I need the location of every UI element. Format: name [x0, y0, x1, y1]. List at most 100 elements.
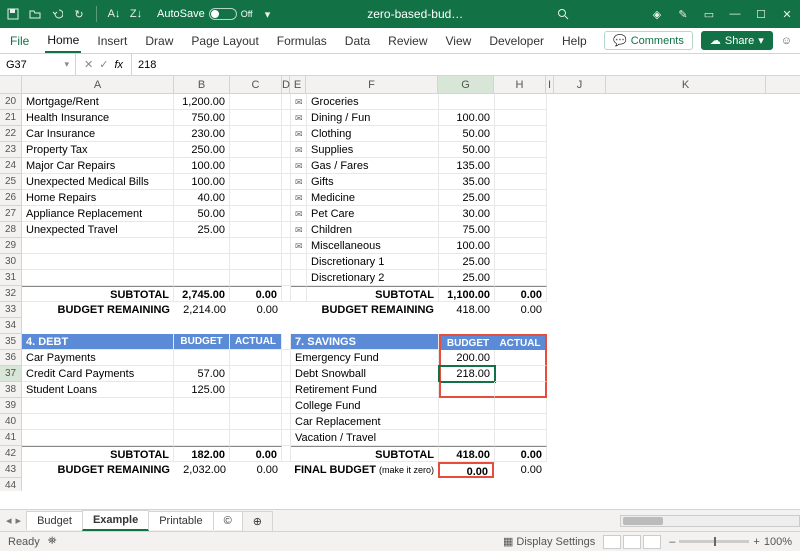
remaining-value[interactable]: 418.00 — [438, 302, 494, 318]
normal-view-icon[interactable] — [603, 535, 621, 549]
gap[interactable] — [282, 142, 291, 158]
cell-value[interactable]: 50.00 — [439, 142, 495, 158]
enter-icon[interactable]: ✓ — [99, 58, 108, 71]
row-header[interactable]: 35 — [0, 334, 22, 350]
spreadsheet-grid[interactable]: ABCDEFGHIJK 20Mortgage/Rent1,200.00✉Groc… — [0, 76, 800, 491]
cell-value[interactable]: 100.00 — [439, 238, 495, 254]
row-header[interactable]: 31 — [0, 270, 22, 286]
row-header[interactable]: 22 — [0, 126, 22, 142]
cell[interactable] — [290, 318, 306, 334]
cell-value[interactable]: 35.00 — [439, 174, 495, 190]
cell[interactable] — [230, 94, 282, 110]
tab-help[interactable]: Help — [560, 30, 589, 52]
row-header[interactable]: 25 — [0, 174, 22, 190]
subtotal-value[interactable]: 182.00 — [174, 446, 230, 462]
row-header[interactable]: 26 — [0, 190, 22, 206]
subtotal-value[interactable]: 1,100.00 — [439, 286, 495, 302]
subtotal-label[interactable]: SUBTOTAL — [22, 286, 174, 302]
envelope-icon[interactable]: ✉ — [291, 222, 307, 238]
envelope-icon[interactable]: ✉ — [291, 110, 307, 126]
cell-label[interactable]: Car Payments — [22, 350, 174, 366]
cell-value[interactable] — [174, 430, 230, 446]
cell-label[interactable]: Appliance Replacement — [22, 206, 174, 222]
cell-label[interactable] — [22, 238, 174, 254]
col-header-A[interactable]: A — [22, 76, 174, 93]
envelope-icon[interactable] — [291, 270, 307, 286]
cell-label[interactable]: Mortgage/Rent — [22, 94, 174, 110]
remaining-label[interactable]: BUDGET REMAINING — [22, 462, 174, 478]
open-icon[interactable] — [28, 7, 42, 21]
fx-icon[interactable]: fx — [114, 59, 123, 71]
remaining-value[interactable]: 2,032.00 — [174, 462, 230, 478]
cell-label[interactable]: Discretionary 1 — [307, 254, 439, 270]
cell-label[interactable]: Car Insurance — [22, 126, 174, 142]
cell[interactable] — [495, 110, 547, 126]
envelope-icon[interactable]: ✉ — [291, 94, 307, 110]
cell[interactable] — [306, 478, 438, 491]
cell[interactable] — [282, 478, 290, 491]
cell[interactable] — [230, 142, 282, 158]
zoom-level[interactable]: 100% — [764, 536, 792, 548]
cell-value[interactable]: 40.00 — [174, 190, 230, 206]
row-header[interactable]: 34 — [0, 318, 22, 334]
tab-insert[interactable]: Insert — [95, 30, 129, 52]
cell-label[interactable]: Vacation / Travel — [291, 430, 439, 446]
accessibility-icon[interactable]: ⛯ — [48, 535, 57, 548]
cell-value[interactable]: 100.00 — [174, 158, 230, 174]
cell[interactable] — [495, 414, 547, 430]
cell-value[interactable]: 100.00 — [174, 174, 230, 190]
cell-label[interactable] — [22, 254, 174, 270]
diamond-icon[interactable]: ◈ — [650, 7, 664, 21]
maximize-icon[interactable]: ☐ — [754, 7, 768, 21]
cell-label[interactable]: Supplies — [307, 142, 439, 158]
envelope-icon[interactable]: ✉ — [291, 206, 307, 222]
row-header[interactable]: 20 — [0, 94, 22, 110]
cell[interactable] — [230, 478, 282, 491]
cell[interactable] — [495, 126, 547, 142]
cell-value[interactable]: 50.00 — [439, 126, 495, 142]
cell[interactable] — [282, 318, 290, 334]
sheet-tab-budget[interactable]: Budget — [26, 511, 83, 530]
cell[interactable] — [495, 158, 547, 174]
cell-value[interactable]: 25.00 — [174, 222, 230, 238]
cell-label[interactable] — [22, 430, 174, 446]
gap[interactable] — [282, 414, 291, 430]
col-header-C[interactable]: C — [230, 76, 282, 93]
cell[interactable] — [230, 350, 282, 366]
save-icon[interactable] — [6, 7, 20, 21]
cell[interactable] — [495, 270, 547, 286]
cell[interactable] — [495, 254, 547, 270]
col-header-G[interactable]: G — [438, 76, 494, 93]
cell[interactable] — [230, 254, 282, 270]
envelope-icon[interactable]: ✉ — [291, 142, 307, 158]
col-header-K[interactable]: K — [606, 76, 766, 93]
row-header[interactable]: 33 — [0, 302, 22, 318]
cell[interactable] — [174, 318, 230, 334]
cell[interactable] — [230, 206, 282, 222]
cell[interactable] — [230, 238, 282, 254]
horizontal-scrollbar[interactable] — [620, 515, 800, 527]
gap[interactable] — [282, 110, 291, 126]
tab-review[interactable]: Review — [386, 30, 429, 52]
cell[interactable] — [230, 414, 282, 430]
row-header[interactable]: 29 — [0, 238, 22, 254]
cell[interactable] — [230, 174, 282, 190]
cell-value[interactable] — [439, 398, 495, 414]
gap[interactable] — [282, 334, 291, 350]
gap[interactable] — [282, 270, 291, 286]
cell-label[interactable]: Medicine — [307, 190, 439, 206]
row-header[interactable]: 40 — [0, 414, 22, 430]
cell-value[interactable] — [174, 398, 230, 414]
gap[interactable] — [282, 190, 291, 206]
cell-label[interactable]: Children — [307, 222, 439, 238]
formula-input[interactable]: 218 — [132, 59, 800, 71]
cell[interactable] — [306, 318, 438, 334]
cell-label[interactable]: Pet Care — [307, 206, 439, 222]
envelope-icon[interactable] — [291, 254, 307, 270]
cell[interactable] — [230, 110, 282, 126]
subtotal-value[interactable]: 418.00 — [439, 446, 495, 462]
final-budget-label[interactable]: FINAL BUDGET (make it zero) — [290, 462, 438, 478]
cell-label[interactable]: Major Car Repairs — [22, 158, 174, 174]
cell[interactable] — [230, 382, 282, 398]
cell-value[interactable]: 25.00 — [439, 190, 495, 206]
